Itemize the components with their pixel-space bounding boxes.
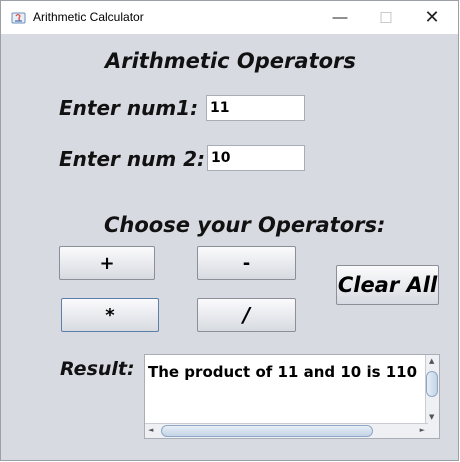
maximize-button[interactable]: ☐: [363, 1, 409, 34]
num2-input[interactable]: 10: [207, 145, 305, 171]
close-icon: ✕: [424, 7, 440, 27]
subtract-button[interactable]: -: [197, 246, 296, 280]
operators-heading: Choose your Operators:: [104, 213, 386, 237]
vertical-scrollbar[interactable]: ▲ ▼: [425, 355, 439, 424]
multiply-button[interactable]: *: [61, 298, 159, 332]
minimize-button[interactable]: —: [317, 1, 363, 34]
title-bar: Arithmetic Calculator — ☐ ✕: [1, 1, 458, 34]
num1-input[interactable]: 11: [206, 95, 305, 121]
horizontal-scrollbar[interactable]: ◄ ►: [145, 423, 428, 438]
divide-button[interactable]: /: [197, 298, 296, 332]
horizontal-scroll-thumb[interactable]: [161, 425, 373, 437]
result-text-area[interactable]: The product of 11 and 10 is 110 ▲ ▼ ◄ ►: [144, 354, 440, 439]
num2-label: Enter num 2:: [59, 147, 206, 171]
maximize-icon: ☐: [379, 9, 393, 27]
vertical-scroll-thumb[interactable]: [426, 371, 438, 397]
window-title: Arithmetic Calculator: [33, 10, 144, 24]
result-text: The product of 11 and 10 is 110: [148, 363, 418, 381]
scroll-up-icon[interactable]: ▲: [429, 358, 434, 365]
num1-label: Enter num1:: [59, 96, 199, 120]
minimize-icon: —: [332, 9, 348, 26]
scroll-corner: [426, 424, 439, 438]
java-app-icon: [11, 12, 26, 24]
close-button[interactable]: ✕: [409, 1, 455, 34]
clear-all-button[interactable]: Clear All: [336, 265, 439, 305]
calculator-window: Arithmetic Calculator — ☐ ✕ Arithmetic O…: [0, 0, 459, 461]
scroll-right-icon[interactable]: ►: [420, 427, 425, 434]
scroll-left-icon[interactable]: ◄: [148, 427, 153, 434]
page-title: Arithmetic Operators: [105, 49, 356, 73]
result-label: Result:: [60, 358, 135, 380]
scroll-down-icon[interactable]: ▼: [429, 414, 434, 421]
add-button[interactable]: +: [59, 246, 155, 280]
